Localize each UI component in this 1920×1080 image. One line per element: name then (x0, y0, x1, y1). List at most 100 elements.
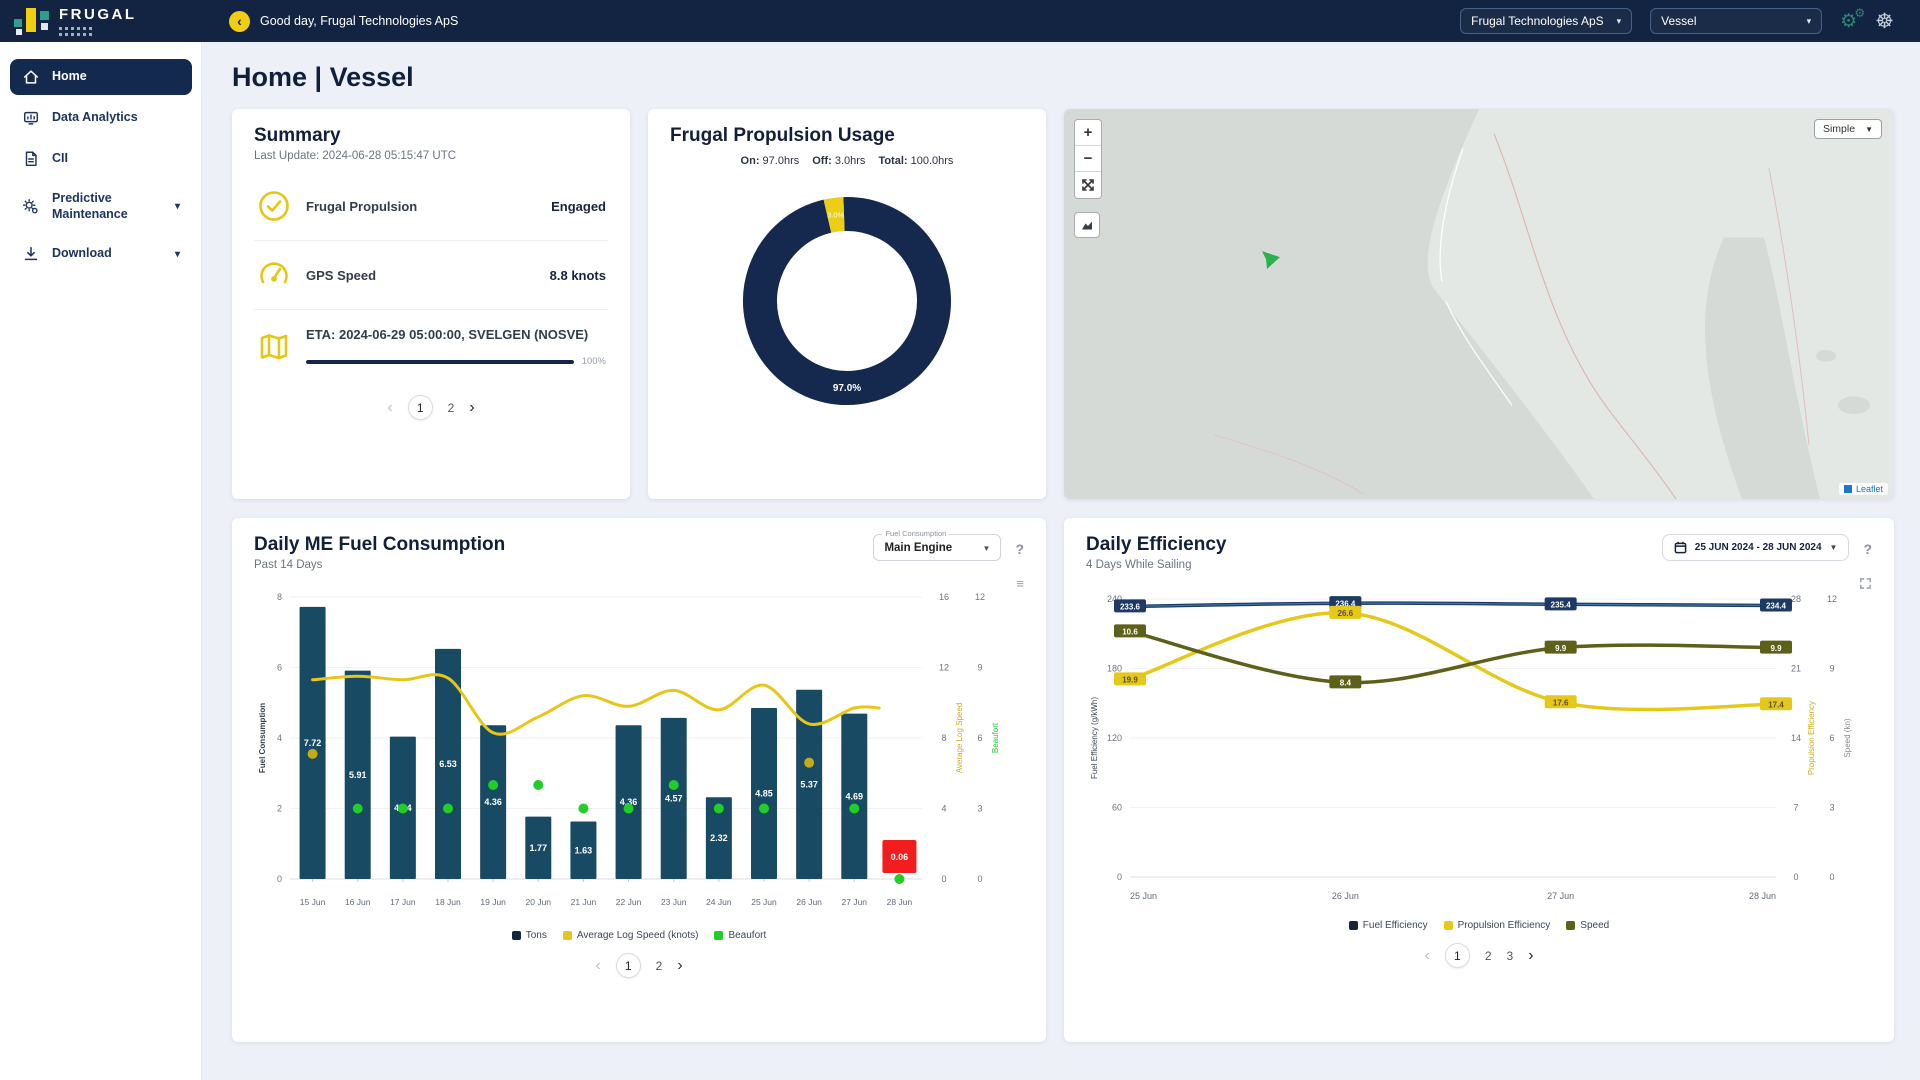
svg-text:25 Jun: 25 Jun (1130, 891, 1157, 901)
svg-text:4.69: 4.69 (846, 791, 864, 801)
back-badge-icon[interactable]: ‹ (229, 11, 250, 32)
pagination-page-1[interactable]: 1 (616, 953, 641, 978)
route-layer-button[interactable] (1074, 212, 1100, 238)
greeting-text: Good day, Frugal Technologies ApS (260, 14, 458, 28)
svg-text:26 Jun: 26 Jun (1332, 891, 1359, 901)
expand-button[interactable] (1075, 172, 1101, 198)
svg-text:4.85: 4.85 (755, 789, 773, 799)
svg-text:180: 180 (1107, 664, 1122, 674)
daily-efficiency-card: Daily Efficiency 4 Days While Sailing 25… (1064, 518, 1894, 1042)
map-zoom-controls: + − (1074, 119, 1102, 199)
stat-item: On: 97.0hrs (741, 155, 800, 167)
svg-text:0: 0 (1829, 872, 1834, 882)
zoom-in-button[interactable]: + (1075, 120, 1101, 146)
eta-label: ETA: 2024-06-29 05:00:00, SVELGEN (NOSVE… (306, 327, 588, 342)
map-canvas[interactable] (1064, 109, 1894, 499)
legend-item: Fuel Efficiency (1349, 920, 1428, 931)
chevron-down-icon: ▾ (1807, 16, 1812, 27)
chevron-down-icon: ▼ (1865, 125, 1873, 134)
svg-text:20 Jun: 20 Jun (526, 897, 552, 907)
svg-text:28 Jun: 28 Jun (887, 897, 913, 907)
user-helm-icon[interactable]: ☸ (1875, 11, 1894, 32)
svg-text:6: 6 (1829, 733, 1834, 743)
efficiency-chart-area: 06012018024007142128036912Fuel Efficienc… (1086, 581, 1872, 918)
svg-text:0: 0 (1793, 872, 1798, 882)
efficiency-chart-subtitle: 4 Days While Sailing (1086, 559, 1226, 571)
svg-text:19.9: 19.9 (1122, 676, 1138, 685)
help-icon[interactable]: ? (1863, 541, 1872, 557)
svg-text:Fuel Consumption: Fuel Consumption (258, 703, 267, 773)
svg-text:28 Jun: 28 Jun (1749, 891, 1776, 901)
app-logo[interactable]: FRUGAL (14, 4, 199, 38)
pagination-page-1[interactable]: 1 (1445, 943, 1470, 968)
pagination-page-2[interactable]: 2 (656, 959, 663, 973)
logo-mark-icon (14, 4, 50, 38)
svg-text:4: 4 (941, 804, 946, 814)
zoom-out-button[interactable]: − (1075, 146, 1101, 172)
svg-text:0: 0 (977, 874, 982, 884)
pagination-prev[interactable]: ‹ (387, 400, 392, 416)
pagination-page-3[interactable]: 3 (1507, 949, 1514, 963)
fuel-chart-pagination: ‹ 1 2 › (254, 953, 1024, 978)
legend-item: Tons (512, 930, 547, 941)
efficiency-chart-title: Daily Efficiency (1086, 534, 1226, 556)
svg-text:0: 0 (1117, 872, 1122, 882)
fuel-consumption-card: Daily ME Fuel Consumption Past 14 Days F… (232, 518, 1046, 1042)
svg-text:2.32: 2.32 (710, 833, 728, 843)
pagination-page-1[interactable]: 1 (408, 395, 433, 420)
svg-text:6: 6 (277, 663, 282, 673)
date-range-picker[interactable]: 25 JUN 2024 - 28 JUN 2024 ▼ (1662, 534, 1850, 561)
sidebar-item-cii[interactable]: CII (10, 141, 192, 177)
summary-row-propulsion: Frugal Propulsion Engaged (254, 172, 608, 241)
menu-icon[interactable]: ≡ (1016, 577, 1024, 590)
summary-row-eta: ETA: 2024-06-29 05:00:00, SVELGEN (NOSVE… (254, 310, 608, 383)
pagination-next[interactable]: › (469, 400, 474, 416)
pagination-prev[interactable]: ‹ (1424, 948, 1429, 964)
svg-text:3: 3 (1829, 803, 1834, 813)
date-range-value: 25 JUN 2024 - 28 JUN 2024 (1695, 542, 1822, 553)
sidebar-item-home[interactable]: Home (10, 59, 192, 95)
svg-text:9: 9 (977, 663, 982, 673)
svg-text:21 Jun: 21 Jun (571, 897, 597, 907)
map-style-select[interactable]: Simple ▼ (1814, 119, 1882, 139)
legend-item: Propulsion Efficiency (1444, 920, 1551, 931)
svg-text:17 Jun: 17 Jun (390, 897, 416, 907)
pagination-page-2[interactable]: 2 (448, 401, 455, 415)
company-select[interactable]: Frugal Technologies ApS ▾ (1460, 8, 1632, 34)
summary-row-gps-speed: GPS Speed 8.8 knots (254, 241, 608, 310)
svg-text:17.6: 17.6 (1553, 698, 1569, 707)
svg-text:22 Jun: 22 Jun (616, 897, 642, 907)
fuel-chart-subtitle: Past 14 Days (254, 559, 505, 571)
sidebar-item-download[interactable]: Download ▾ (10, 236, 192, 272)
svg-text:7: 7 (1793, 803, 1798, 813)
propulsion-usage-card: Frugal Propulsion Usage On: 97.0hrsOff: … (648, 109, 1046, 499)
svg-text:12: 12 (1827, 594, 1837, 604)
pagination-next[interactable]: › (1528, 948, 1533, 964)
help-icon[interactable]: ? (1015, 541, 1024, 557)
sidebar: Home Data Analytics CII Predictive Maint… (0, 42, 202, 1080)
map-style-value: Simple (1823, 123, 1855, 135)
fuel-source-select[interactable]: Fuel Consumption Main Engine ▼ (873, 534, 1001, 561)
sidebar-item-data-analytics[interactable]: Data Analytics (10, 100, 192, 136)
pagination-prev[interactable]: ‹ (595, 958, 600, 974)
pagination-page-2[interactable]: 2 (1485, 949, 1492, 963)
svg-text:0: 0 (277, 874, 282, 884)
svg-text:14: 14 (1791, 733, 1801, 743)
svg-text:9: 9 (1829, 664, 1834, 674)
settings-gears-icon[interactable]: ⚙⚙ (1840, 12, 1857, 31)
svg-text:97.0%: 97.0% (833, 383, 861, 394)
sidebar-item-predictive-maintenance[interactable]: Predictive Maintenance ▾ (10, 182, 192, 231)
svg-text:10.6: 10.6 (1122, 628, 1138, 637)
fullscreen-icon[interactable] (1859, 577, 1872, 592)
svg-text:24 Jun: 24 Jun (706, 897, 732, 907)
gears-icon (22, 198, 40, 216)
propulsion-usage-stats: On: 97.0hrsOff: 3.0hrsTotal: 100.0hrs (670, 155, 1024, 167)
vessel-select[interactable]: Vessel ▾ (1650, 8, 1822, 34)
leaflet-logo-icon (1844, 485, 1852, 493)
svg-text:2: 2 (277, 804, 282, 814)
pagination-next[interactable]: › (677, 958, 682, 974)
svg-text:16 Jun: 16 Jun (345, 897, 371, 907)
fuel-source-select-label: Fuel Consumption (882, 529, 949, 538)
svg-text:8: 8 (277, 592, 282, 602)
svg-text:Fuel Efficiency (g/kWh): Fuel Efficiency (g/kWh) (1090, 697, 1099, 779)
